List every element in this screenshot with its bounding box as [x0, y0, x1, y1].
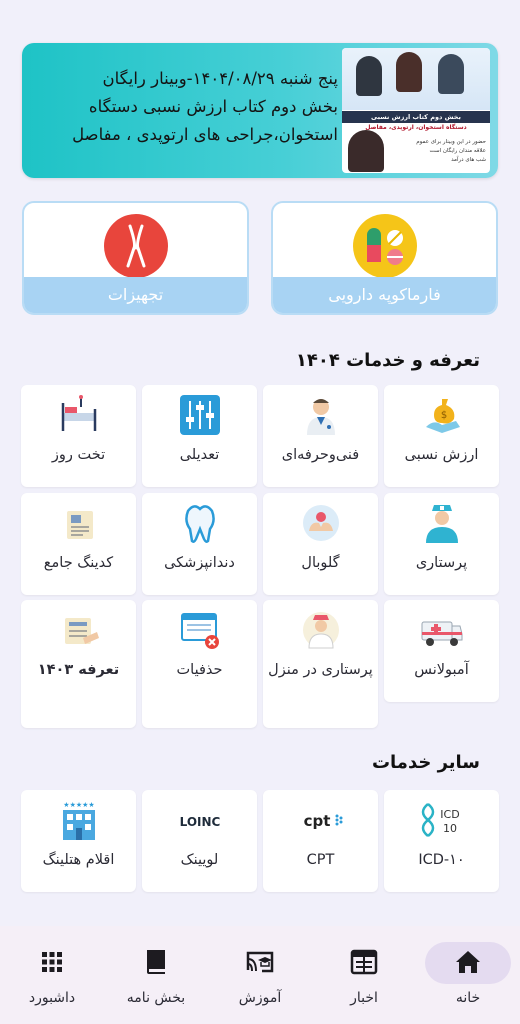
- tile-label: ICD-۱۰: [418, 852, 465, 868]
- removed-list-icon: [178, 608, 222, 652]
- ambulance-icon: [420, 608, 464, 652]
- tile-removals[interactable]: حذفیات: [142, 600, 257, 728]
- poster-speaker-4: [348, 130, 384, 172]
- icd10-icon: ICD 10: [420, 798, 464, 842]
- tile-label: تعدیلی: [179, 447, 220, 463]
- cpt-icon: cpt: [299, 798, 343, 842]
- nav-home[interactable]: خانه: [428, 946, 508, 1016]
- sliders-icon: [178, 393, 222, 437]
- tile-label: دندانپزشکی: [164, 555, 235, 571]
- cast-education-icon: [246, 951, 274, 973]
- section-title-other-services: سایر خدمات: [371, 752, 480, 773]
- banner-poster-image: بخش دوم کتاب ارزش نسبی دستگاه استخوان، ا…: [342, 48, 490, 173]
- poster-speaker-1: [356, 56, 382, 96]
- webinar-banner[interactable]: پنج شنبه ۱۴۰۴/۰۸/۲۹-وبینار رایگان بخش دو…: [22, 43, 498, 178]
- tile-label: پرستاری: [415, 555, 468, 571]
- tile-dentistry[interactable]: دندانپزشکی: [142, 493, 257, 595]
- banner-text: پنج شنبه ۱۴۰۴/۰۸/۲۹-وبینار رایگان بخش دو…: [38, 65, 338, 149]
- dashboard-grid-icon: [42, 952, 62, 972]
- section-title-tariffs: تعرفه و خدمات ۱۴۰۴: [295, 350, 480, 371]
- feature-pharmacopoeia-label: فارماکوپه دارویی: [273, 277, 496, 313]
- coding-document-icon: [57, 501, 101, 545]
- feature-equipment[interactable]: تجهیزات: [22, 201, 249, 315]
- poster-speaker-3: [438, 54, 464, 94]
- svg-text:$: $: [440, 410, 446, 421]
- svg-text:LOINC: LOINC: [179, 815, 220, 829]
- pliers-icon: [103, 214, 168, 278]
- tile-technical[interactable]: فنی‌وحرفه‌ای: [263, 385, 378, 487]
- poster-note-2: علاقه مندان رایگان است: [429, 148, 486, 154]
- banner-line-1: پنج شنبه ۱۴۰۴/۰۸/۲۹-وبینار رایگان: [102, 69, 339, 88]
- money-bag-icon: $: [420, 393, 464, 437]
- feature-pharmacopoeia[interactable]: فارماکوپه دارویی: [271, 201, 498, 315]
- tile-adjustment[interactable]: تعدیلی: [142, 385, 257, 487]
- tile-nursing[interactable]: پرستاری: [384, 493, 499, 595]
- tile-hoteling[interactable]: ★★★★★ اقلام هتلینگ: [21, 790, 136, 892]
- svg-text:cpt: cpt: [303, 812, 330, 830]
- poster-note-3: شب های درآمد: [451, 157, 486, 163]
- tile-label: CPT: [306, 852, 335, 868]
- tile-icd10[interactable]: ICD 10 ICD-۱۰: [384, 790, 499, 892]
- hotel-icon: ★★★★★: [57, 798, 101, 842]
- nav-education[interactable]: آموزش: [220, 946, 300, 1016]
- tile-ambulance[interactable]: آمبولانس: [384, 600, 499, 702]
- svg-text:★★★★★: ★★★★★: [63, 801, 94, 809]
- tile-label: کدینگ جامع: [43, 555, 114, 571]
- banner-line-2: بخش دوم کتاب ارزش نسبی دستگاه: [88, 97, 338, 116]
- poster-notes: حضور در این وبینار برای عموم علاقه مندان…: [394, 138, 486, 165]
- nav-news[interactable]: اخبار: [324, 946, 404, 1016]
- tile-label: لویینک: [180, 852, 219, 868]
- tile-label: آمبولانس: [414, 662, 469, 678]
- home-icon: [456, 951, 480, 973]
- nav-circulars[interactable]: بخش نامه: [116, 946, 196, 1016]
- tile-relative-value[interactable]: $ ارزش نسبی: [384, 385, 499, 487]
- svg-text:ICD: ICD: [440, 808, 459, 821]
- tile-loinc[interactable]: LOINC لویینک: [142, 790, 257, 892]
- doctor-icon: [299, 393, 343, 437]
- nav-circulars-label: بخش نامه: [126, 990, 186, 1006]
- tile-label: تخت روز: [51, 447, 106, 463]
- tile-label: گلوبال: [301, 555, 340, 571]
- hospital-bed-icon: [57, 393, 101, 437]
- tile-global[interactable]: گلوبال: [263, 493, 378, 595]
- nav-dashboard[interactable]: داشبورد: [12, 946, 92, 1016]
- tile-label: تعرفه ۱۴۰۳: [37, 662, 120, 678]
- nav-home-label: خانه: [455, 990, 481, 1006]
- news-icon: [350, 949, 378, 975]
- pills-icon: [352, 214, 417, 278]
- home-nurse-icon: [299, 608, 343, 652]
- tile-home-nursing[interactable]: پرستاری در منزل: [263, 600, 378, 728]
- nav-dashboard-label: داشبورد: [28, 990, 76, 1006]
- tile-label: پرستاری در منزل: [268, 662, 373, 678]
- tile-label: ارزش نسبی: [404, 447, 479, 463]
- poster-note-1: حضور در این وبینار برای عموم: [416, 139, 486, 145]
- banner-line-3: استخوان،جراحی های ارتوپدی ، مفاصل: [72, 125, 338, 144]
- loinc-icon: LOINC: [178, 798, 222, 842]
- bottom-navigation: خانه اخبار آموزش بخش نامه داشبورد: [0, 926, 520, 1024]
- care-hands-icon: [299, 501, 343, 545]
- tile-coding[interactable]: کدینگ جامع: [21, 493, 136, 595]
- tooth-icon: [178, 501, 222, 545]
- tile-label: فنی‌وحرفه‌ای: [281, 447, 360, 463]
- nav-news-label: اخبار: [350, 990, 378, 1006]
- feature-equipment-label: تجهیزات: [24, 277, 247, 313]
- tile-day-bed[interactable]: تخت روز: [21, 385, 136, 487]
- svg-text:10: 10: [443, 822, 457, 835]
- nurse-icon: [420, 501, 464, 545]
- poster-speaker-2: [396, 52, 422, 92]
- tile-label: حذفیات: [176, 662, 223, 678]
- tile-cpt[interactable]: cpt CPT: [263, 790, 378, 892]
- poster-title: بخش دوم کتاب ارزش نسبی: [342, 111, 490, 123]
- book-icon: [147, 950, 165, 974]
- tile-label: اقلام هتلینگ: [42, 852, 115, 868]
- tariff-1403-icon: [57, 608, 101, 652]
- nav-education-label: آموزش: [238, 990, 282, 1006]
- tile-tariff-1403[interactable]: تعرفه ۱۴۰۳: [21, 600, 136, 728]
